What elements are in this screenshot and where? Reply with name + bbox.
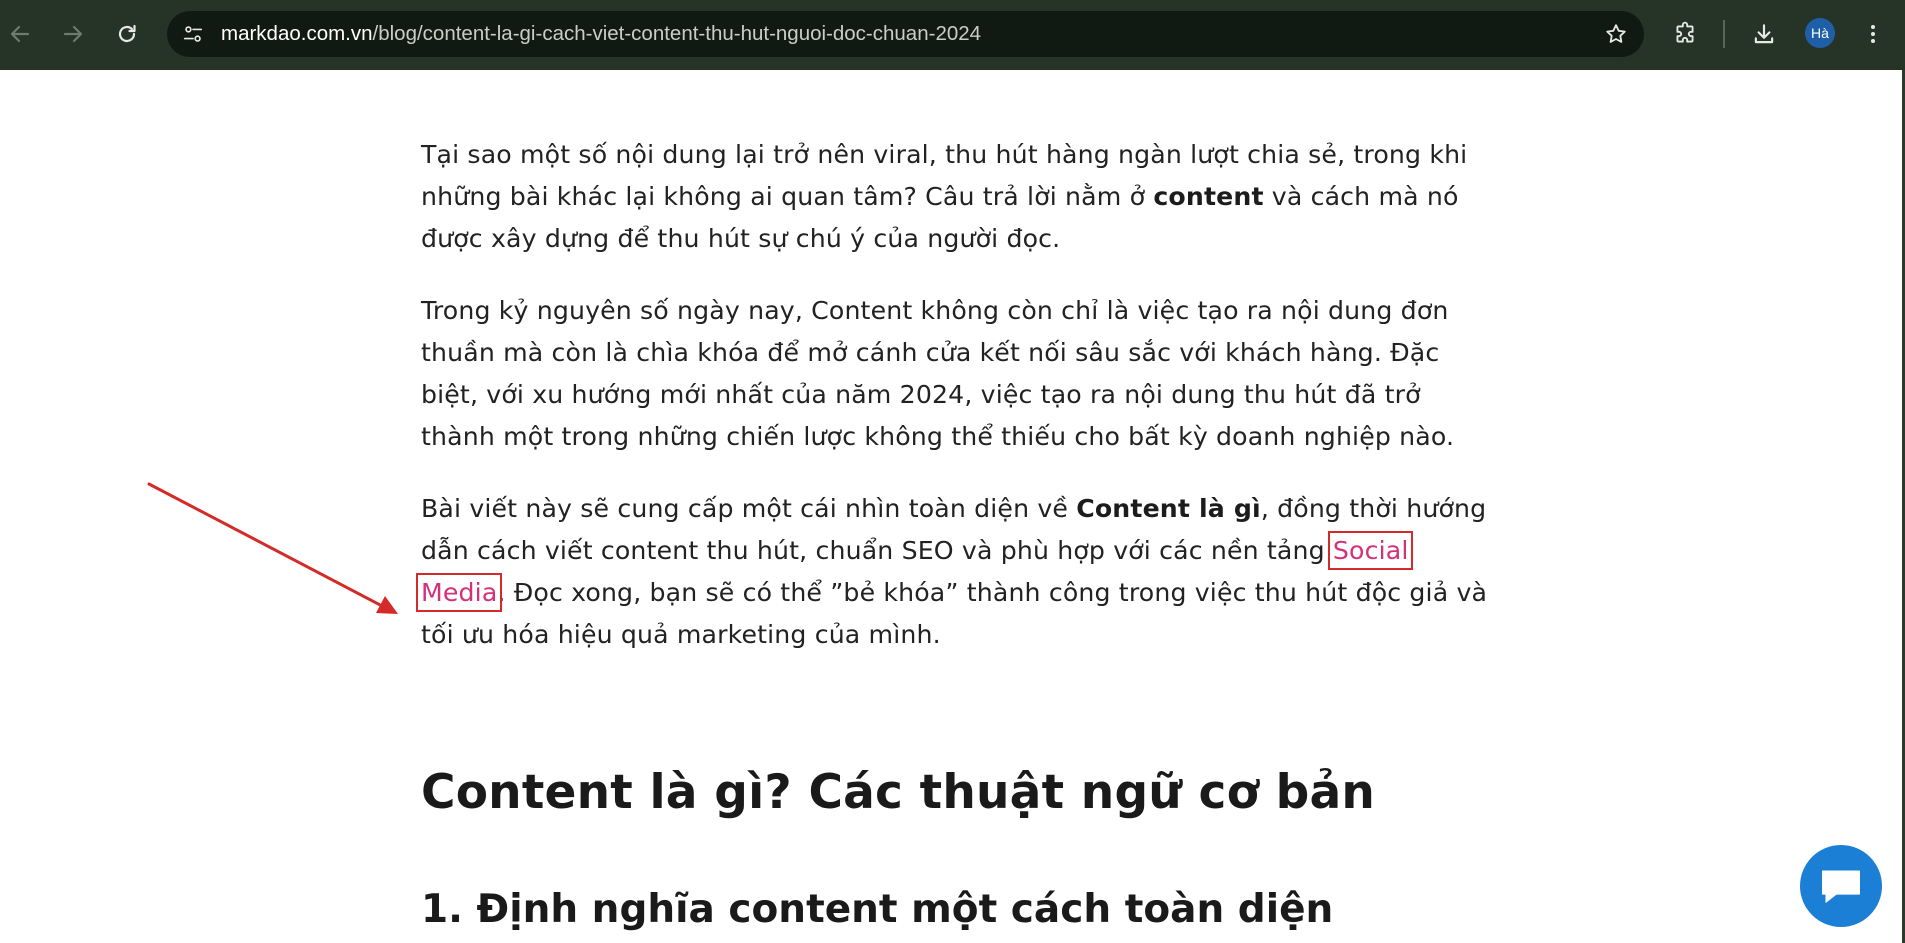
address-bar[interactable]: markdao.com.vn/blog/content-la-gi-cach-v… bbox=[167, 11, 1644, 57]
browser-toolbar: markdao.com.vn/blog/content-la-gi-cach-v… bbox=[0, 0, 1905, 70]
kebab-menu-icon bbox=[1871, 25, 1875, 43]
p3-bold: Content là gì bbox=[1076, 494, 1261, 523]
reload-button[interactable] bbox=[107, 14, 147, 54]
tune-icon bbox=[183, 26, 203, 42]
star-icon bbox=[1606, 24, 1626, 43]
p3-text-c: . Đọc xong, bạn sẽ có thể ”bẻ khóa” thàn… bbox=[421, 578, 1488, 649]
url-host: markdao.com.vn bbox=[221, 22, 373, 45]
chat-widget-button[interactable] bbox=[1800, 845, 1882, 927]
url-path: /blog/content-la-gi-cach-viet-content-th… bbox=[372, 22, 982, 45]
bookmark-button[interactable] bbox=[1600, 18, 1632, 50]
downloads-button[interactable] bbox=[1745, 15, 1783, 53]
forward-button[interactable] bbox=[53, 14, 93, 54]
extensions-button[interactable] bbox=[1666, 15, 1704, 53]
annotation-arrow-icon bbox=[147, 482, 398, 614]
back-button[interactable] bbox=[0, 14, 40, 54]
browser-menu-button[interactable] bbox=[1854, 15, 1892, 53]
url-text[interactable]: markdao.com.vn/blog/content-la-gi-cach-v… bbox=[221, 11, 981, 57]
p3-text-a: Bài viết này sẽ cung cấp một cái nhìn to… bbox=[421, 494, 1077, 523]
profile-avatar[interactable]: Hà bbox=[1805, 18, 1835, 48]
intro-paragraph-1: Tại sao một số nội dung lại trở nên vira… bbox=[421, 134, 1491, 260]
article-body: Tại sao một số nội dung lại trở nên vira… bbox=[415, 134, 1491, 656]
arrow-right-icon bbox=[63, 25, 83, 43]
puzzle-icon bbox=[1676, 21, 1694, 43]
intro-paragraph-3: Bài viết này sẽ cung cấp một cái nhìn to… bbox=[415, 488, 1491, 656]
arrow-left-icon bbox=[10, 25, 30, 43]
site-info-button[interactable] bbox=[177, 18, 209, 50]
section-heading: Content là gì? Các thuật ngữ cơ bản bbox=[421, 765, 1376, 820]
intro-paragraph-2: Trong kỷ nguyên số ngày nay, Content khô… bbox=[421, 296, 1455, 451]
toolbar-divider bbox=[1723, 20, 1725, 48]
subsection-heading: 1. Định nghĩa content một cách toàn diện bbox=[421, 887, 1334, 932]
download-icon bbox=[1754, 24, 1774, 44]
chat-bubble-icon bbox=[1822, 870, 1860, 903]
reload-icon bbox=[118, 24, 136, 43]
p1-bold: content bbox=[1153, 182, 1264, 211]
